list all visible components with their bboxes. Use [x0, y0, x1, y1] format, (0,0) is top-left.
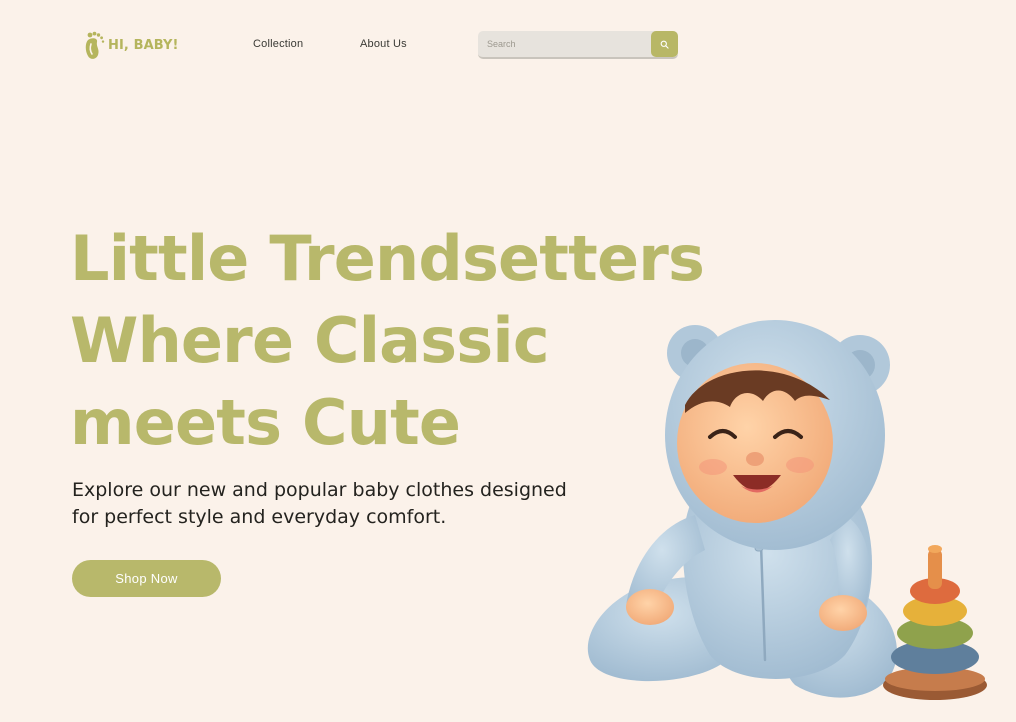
search-icon: [660, 40, 669, 49]
hero-subtitle: Explore our new and popular baby clothes…: [72, 477, 632, 531]
nav-link-about-us[interactable]: About Us: [360, 38, 407, 50]
shop-now-button[interactable]: Shop Now: [72, 560, 221, 597]
nav-link-collection[interactable]: Collection: [253, 38, 303, 50]
search-bar: [478, 31, 678, 59]
hero-title-line: Little Trendsetters: [70, 222, 705, 295]
hero-subtitle-line: Explore our new and popular baby clothes…: [72, 479, 567, 501]
baby-illustration: [587, 320, 987, 700]
search-input[interactable]: [478, 31, 650, 57]
search-button[interactable]: [651, 31, 678, 57]
brand-logo[interactable]: HI, BABY!: [82, 30, 179, 60]
baby-footprint-icon: [85, 31, 105, 59]
brand-name: HI, BABY!: [108, 37, 179, 53]
hero-subtitle-line: for perfect style and everyday comfort.: [72, 506, 447, 528]
